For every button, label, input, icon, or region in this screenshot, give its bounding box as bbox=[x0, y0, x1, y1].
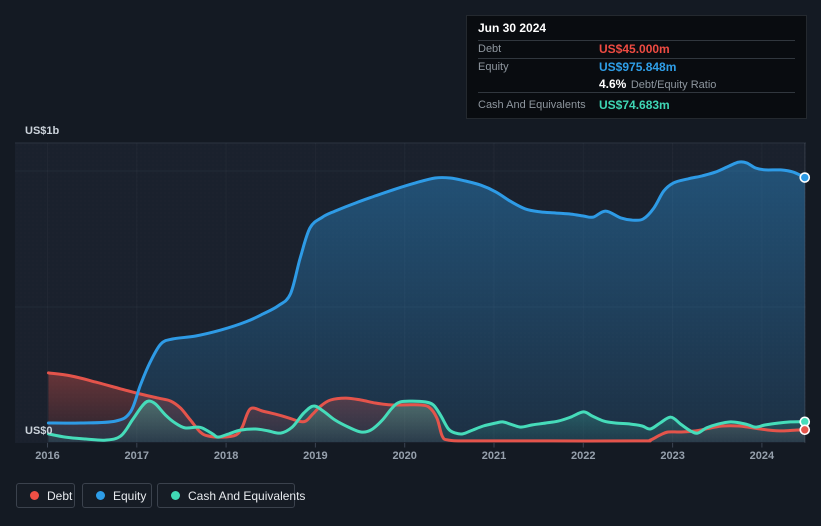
cash-series-dot-icon bbox=[171, 491, 180, 500]
tooltip-equity-label: Equity bbox=[478, 61, 509, 73]
legend-label-equity: Equity bbox=[113, 488, 147, 503]
tooltip-cash-value: US$74.683m bbox=[599, 98, 670, 112]
y-axis-label-max: US$1b bbox=[25, 125, 60, 137]
legend-item-equity[interactable]: Equity bbox=[82, 483, 152, 508]
legend-label-debt: Debt bbox=[47, 488, 73, 503]
debt-hover-dot bbox=[799, 424, 811, 436]
debt-series-dot-icon bbox=[30, 491, 39, 500]
tooltip-debt-label: Debt bbox=[478, 43, 502, 55]
legend-item-debt[interactable]: Debt bbox=[16, 483, 75, 508]
debt-equity-history-chart: US$1b US$0 2016 2017 2018 2019 2020 2021 2022 2… bbox=[0, 0, 821, 526]
y-axis-label-min: US$0 bbox=[25, 425, 53, 437]
tooltip-row-ratio: 4.6% Debt/Equity Ratio bbox=[478, 76, 795, 93]
tooltip-row-cash: Cash And Equivalents US$74.683m bbox=[478, 93, 795, 119]
tooltip-cash-label: Cash And Equivalents bbox=[478, 99, 586, 111]
tooltip-date: Jun 30 2024 bbox=[478, 16, 795, 41]
tooltip-ratio-value: 4.6% bbox=[599, 77, 627, 91]
chart-tooltip: Jun 30 2024 Debt US$45.000m Equity US$97… bbox=[466, 15, 807, 119]
legend-label-cash: Cash And Equivalents bbox=[188, 488, 306, 503]
tooltip-row-debt: Debt US$45.000m bbox=[478, 41, 795, 59]
tooltip-ratio-label: Debt/Equity Ratio bbox=[630, 79, 717, 91]
tooltip-ratio: 4.6% Debt/Equity Ratio bbox=[599, 76, 795, 93]
equity-series-dot-icon bbox=[96, 491, 105, 500]
chart-legend: Debt Equity Cash And Equivalents bbox=[0, 483, 821, 509]
tooltip-row-equity: Equity US$975.848m bbox=[478, 59, 795, 76]
tooltip-equity-value: US$975.848m bbox=[599, 60, 677, 74]
tooltip-debt-value: US$45.000m bbox=[599, 42, 670, 56]
equity-hover-dot bbox=[799, 172, 811, 183]
legend-item-cash[interactable]: Cash And Equivalents bbox=[157, 483, 305, 508]
